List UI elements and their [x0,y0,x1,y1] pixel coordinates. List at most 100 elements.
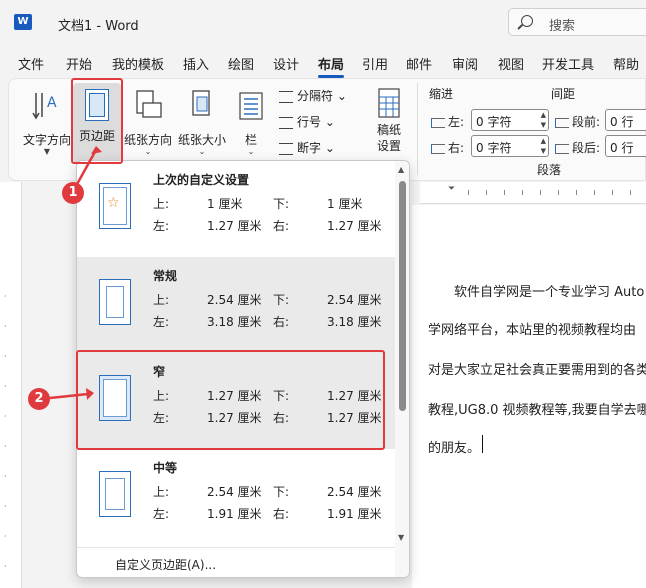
top-value: 2.54 厘米 [207,485,262,499]
indent-right-input[interactable]: 0 字符 ▲ ▼ [471,135,549,157]
doc-paragraph-line: 软件自学网是一个专业学习 Auto [454,285,645,300]
chevron-down-icon: ⌄ [336,89,347,103]
word-logo-icon: W [14,14,32,30]
left-label: 左: [153,219,170,233]
line-numbers-button[interactable]: 行号 ⌄ [279,113,335,130]
tab-review[interactable]: 审阅 [452,54,478,73]
margin-option-moderate[interactable]: 中等 上: 2.54 厘米 下: 2.54 厘米 左: 1.91 厘米 右: 1… [77,449,395,545]
scroll-up-icon[interactable]: ▲ [398,165,404,174]
left-value: 1.91 厘米 [207,507,262,521]
star-icon: ☆ [107,195,120,211]
tab-my-templates[interactable]: 我的模板 [112,54,164,73]
tab-layout[interactable]: 布局 [318,54,345,78]
margin-option-normal[interactable]: 常规 上: 2.54 厘米 下: 2.54 厘米 左: 3.18 厘米 右: 3… [77,257,395,353]
document-page[interactable]: 软件自学网是一个专业学习 Auto 学网络平台，本站里的视频教程均由 对是大家立… [412,205,646,588]
paper-size-icon [192,90,210,116]
chevron-down-icon: ▼ [43,147,51,156]
tab-help[interactable]: 帮助 [613,54,639,73]
right-label: 右: [273,507,290,521]
spinner-arrows-icon[interactable]: ▲ ▼ [541,136,546,156]
bottom-value: 2.54 厘米 [327,485,382,499]
size-button[interactable]: 纸张大小 ⌄ [175,87,229,159]
right-value: 1.27 厘米 [327,219,382,233]
scroll-thumb[interactable] [399,181,406,411]
line-numbers-icon [279,116,293,129]
hyphenation-button[interactable]: 断字 ⌄ [279,139,335,156]
normal-margins-icon [99,279,131,325]
tab-references[interactable]: 引用 [362,54,388,73]
spacing-before-input[interactable]: 0 行 [605,109,646,131]
scroll-down-icon[interactable]: ▼ [398,533,404,542]
bottom-value: 2.54 厘米 [327,293,382,307]
left-label: 左: [153,507,170,521]
line-numbers-label: 行号 [297,115,322,129]
breaks-button[interactable]: 分隔符 ⌄ [279,87,347,104]
ribbon-divider [417,83,418,175]
spacing-after-input[interactable]: 0 行 [605,135,646,157]
option-title: 上次的自定义设置 [153,173,250,187]
text-direction-label: 文字方向 [22,133,71,147]
tab-file[interactable]: 文件 [18,54,44,73]
text-direction-icon: A [32,93,57,120]
indent-right-icon [431,143,445,154]
margin-option-last-custom[interactable]: ☆ 上次的自定义设置 上: 1 厘米 下: 1 厘米 左: 1.27 厘米 右:… [77,161,395,257]
chevron-down-icon: ⌄ [198,147,206,156]
paragraph-group-label: 段落 [537,163,562,177]
annotation-badge-2: 2 [28,388,50,410]
orientation-button[interactable]: 纸张方向 ⌄ [121,87,175,159]
option-title: 中等 [153,461,178,475]
tab-developer[interactable]: 开发工具 [542,54,594,73]
indent-heading: 缩进 [429,87,454,101]
text-cursor [482,435,483,453]
option-title: 常规 [153,269,178,283]
left-value: 3.18 厘米 [207,315,262,329]
manuscript-icon [378,88,400,118]
bottom-label: 下: [273,197,290,211]
right-value: 1.91 厘米 [327,507,382,521]
chevron-down-icon: ⌄ [247,147,255,156]
spinner-arrows-icon[interactable]: ▲ ▼ [541,110,546,130]
search-label: 搜索 [549,19,576,34]
indent-marker-icon[interactable]: ⏷ [448,184,455,194]
top-label: 上: [153,197,170,211]
tab-design[interactable]: 设计 [273,54,299,73]
right-label: 右: [273,219,290,233]
spacing-heading: 间距 [551,87,576,101]
title-bar: W 文档1 - Word 搜索 [0,0,646,46]
last-custom-margins-icon: ☆ [99,183,131,229]
spacing-before-icon [555,117,569,128]
breaks-icon [279,90,293,103]
doc-paragraph-line: 的朋友。 [428,441,481,456]
manuscript-settings-button[interactable]: 稿纸 设置 [369,87,409,159]
tab-insert[interactable]: 插入 [183,54,209,73]
doc-paragraph-line: 对是大家立足社会真正要需用到的各类 [428,363,646,378]
indent-left-input[interactable]: 0 字符 ▲ ▼ [471,109,549,131]
tab-view[interactable]: 视图 [498,54,524,73]
horizontal-ruler[interactable]: ⏷ [420,182,646,204]
left-label: 左: [153,315,170,329]
annotation-badge-1: 1 [62,182,84,204]
ribbon-tabs: 文件 开始 我的模板 插入 绘图 设计 布局 引用 邮件 审阅 视图 开发工具 … [0,50,646,78]
bottom-label: 下: [273,485,290,499]
custom-margins-button[interactable]: 自定义页边距(A)... [77,547,395,577]
text-direction-button[interactable]: A 文字方向 ▼ [19,87,75,159]
tab-mailings[interactable]: 邮件 [406,54,432,73]
left-value: 1.27 厘米 [207,219,262,233]
size-label: 纸张大小 [177,133,226,147]
indent-left-label: 左: [431,113,464,130]
bottom-label: 下: [273,293,290,307]
doc-paragraph-line: 学网络平台，本站里的视频教程均由 [428,323,637,338]
columns-button[interactable]: 栏 ⌄ [231,87,271,159]
tab-home[interactable]: 开始 [66,54,92,73]
tab-draw[interactable]: 绘图 [228,54,254,73]
search-box[interactable]: 搜索 [508,8,646,36]
indent-left-icon [431,117,445,128]
indent-right-label: 右: [431,139,464,156]
dropdown-scrollbar[interactable]: ▲ ▼ [395,161,409,577]
manuscript-label-2: 设置 [376,139,401,153]
doc-paragraph-line: 教程,UG8.0 视频教程等,我要自学去哪 [428,403,646,418]
vertical-ruler[interactable]: · · · · · · · · · · [0,182,22,588]
highlight-box-margins [71,78,123,164]
window-title: 文档1 - Word [58,19,139,34]
columns-icon [239,92,263,120]
